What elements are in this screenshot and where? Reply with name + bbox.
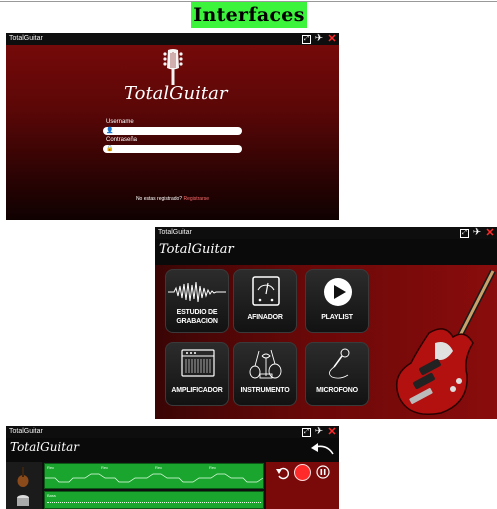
maximize-icon[interactable]: ⤢ bbox=[302, 34, 311, 44]
instruments-icon bbox=[249, 349, 282, 379]
waveform-icon bbox=[168, 281, 226, 303]
guitar-track[interactable]: Rec Rec Rec Rec bbox=[44, 463, 264, 489]
window-title: TotalGuitar bbox=[158, 229, 192, 236]
tile-estudio-grabacion[interactable]: ESTUDIO DE GRABACION bbox=[165, 269, 229, 333]
amplifier-icon bbox=[181, 349, 215, 377]
tile-afinador[interactable]: AFINADOR bbox=[233, 269, 297, 333]
tuner-icon bbox=[252, 276, 280, 306]
section-heading: Interfaces bbox=[191, 2, 307, 28]
register-prompt: No estas registrado? bbox=[135, 196, 183, 202]
menu-window: TotalGuitar ⤢ ✈ ✕ TotalGuitar ESTUDIO DE… bbox=[155, 227, 497, 419]
pin-icon[interactable]: ✈ bbox=[472, 228, 482, 238]
instrument-sidebar bbox=[6, 462, 42, 509]
password-field[interactable]: 🔒 bbox=[103, 145, 242, 153]
pause-icon[interactable] bbox=[316, 465, 330, 479]
close-icon[interactable]: ✕ bbox=[327, 427, 337, 438]
user-icon: 👤 bbox=[106, 128, 114, 134]
studio-window: TotalGuitar ⤢ ✈ ✕ TotalGuitar Rec Rec Re… bbox=[6, 426, 339, 509]
record-button[interactable] bbox=[294, 464, 311, 481]
tile-label: AFINADOR bbox=[247, 314, 283, 321]
login-window: TotalGuitar ⤢ ✈ ✕ TotalGuitar Username 👤… bbox=[6, 33, 339, 220]
undo-icon[interactable] bbox=[276, 466, 290, 480]
register-link[interactable]: Registrarse bbox=[183, 196, 209, 202]
window-title: TotalGuitar bbox=[9, 35, 43, 42]
tile-amplificador[interactable]: AMPLIFICADOR bbox=[165, 342, 229, 406]
microphone-icon bbox=[329, 348, 350, 379]
username-field[interactable]: 👤 bbox=[103, 127, 242, 135]
tile-label: PLAYLIST bbox=[321, 314, 353, 321]
tile-label: ESTUDIO DE GRABACION bbox=[176, 309, 218, 325]
menu-titlebar: TotalGuitar ⤢ ✈ ✕ bbox=[155, 227, 497, 239]
track-area: Rec Rec Rec Rec Bass bbox=[42, 462, 266, 509]
transport-panel bbox=[266, 462, 339, 509]
drum-icon[interactable] bbox=[16, 492, 30, 508]
track-waveform bbox=[45, 473, 263, 483]
maximize-icon[interactable]: ⤢ bbox=[302, 427, 311, 437]
username-label: Username bbox=[106, 119, 134, 125]
lock-icon: 🔒 bbox=[106, 146, 114, 152]
track-clip-label: Bass bbox=[47, 493, 56, 498]
close-icon[interactable]: ✕ bbox=[327, 34, 337, 45]
tile-microfono[interactable]: MICROFONO bbox=[305, 342, 369, 406]
pin-icon[interactable]: ✈ bbox=[314, 34, 324, 44]
app-logo: TotalGuitar bbox=[159, 242, 234, 257]
play-icon bbox=[324, 278, 352, 306]
maximize-icon[interactable]: ⤢ bbox=[460, 228, 469, 238]
studio-titlebar: TotalGuitar ⤢ ✈ ✕ bbox=[6, 426, 339, 438]
studio-header: TotalGuitar bbox=[6, 438, 339, 462]
password-label: Contraseña bbox=[106, 137, 138, 143]
register-row: No estas registrado? Registrarse bbox=[6, 196, 339, 202]
bass-track[interactable]: Bass bbox=[44, 491, 264, 509]
login-titlebar: TotalGuitar ⤢ ✈ ✕ bbox=[6, 33, 339, 45]
electric-guitar-image bbox=[396, 269, 496, 415]
violin-icon[interactable] bbox=[16, 466, 30, 488]
menu-header: TotalGuitar bbox=[155, 239, 497, 265]
bass-waveform bbox=[47, 502, 261, 504]
tile-label: INSTRUMENTO bbox=[240, 387, 290, 394]
tile-instrumento[interactable]: INSTRUMENTO bbox=[233, 342, 297, 406]
tile-playlist[interactable]: PLAYLIST bbox=[305, 269, 369, 333]
guitar-headstock-icon bbox=[163, 49, 183, 85]
tile-label: MICROFONO bbox=[316, 387, 358, 394]
app-logo: TotalGuitar bbox=[124, 83, 228, 104]
close-icon[interactable]: ✕ bbox=[485, 228, 495, 239]
tile-label: AMPLIFICADOR bbox=[171, 387, 223, 394]
window-title: TotalGuitar bbox=[9, 428, 43, 435]
back-arrow-icon[interactable] bbox=[309, 442, 335, 456]
app-logo: TotalGuitar bbox=[10, 440, 79, 454]
pin-icon[interactable]: ✈ bbox=[314, 427, 324, 437]
